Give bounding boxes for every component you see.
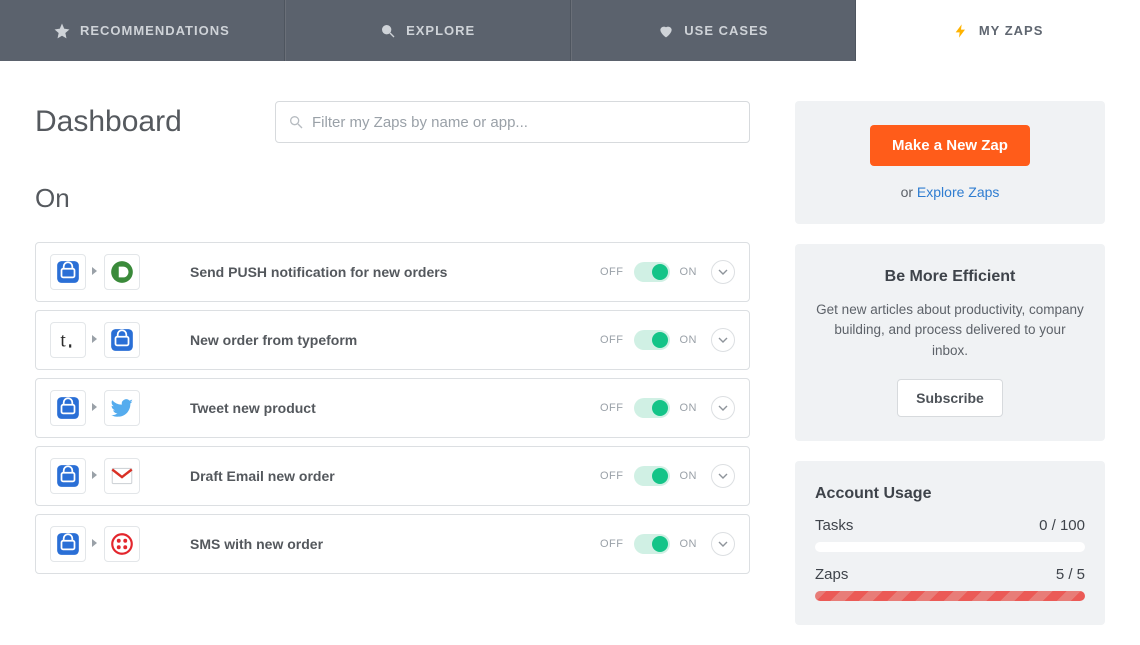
toggle-on-label: ON (680, 470, 698, 482)
usage-title: Account Usage (815, 485, 1085, 503)
usage-panel: Account Usage Tasks 0 / 100 Zaps 5 / 5 (795, 461, 1105, 625)
svg-text:t: t (60, 331, 66, 352)
toggle-off-label: OFF (600, 266, 624, 278)
search-icon (288, 114, 304, 130)
efficient-title: Be More Efficient (815, 268, 1085, 286)
zap-name: Draft Email new order (190, 468, 600, 484)
tab-label: EXPLORE (406, 23, 475, 38)
tab-use-cases[interactable]: USE CASES (571, 0, 857, 61)
efficient-panel: Be More Efficient Get new articles about… (795, 244, 1105, 441)
zap-toggle[interactable] (634, 330, 670, 350)
zap-menu-button[interactable] (711, 260, 735, 284)
side-column: Make a New Zap or Explore Zaps Be More E… (795, 101, 1105, 645)
zap-name: Tweet new product (190, 400, 600, 416)
tab-my-zaps[interactable]: MY ZAPS (856, 0, 1140, 61)
zap-menu-button[interactable] (711, 464, 735, 488)
main-column: Dashboard On Send PUSH notification for … (35, 101, 750, 645)
arrow-icon (90, 467, 100, 485)
toggle-on-label: ON (680, 538, 698, 550)
zap-row: Tweet new productOFF ON (35, 378, 750, 438)
top-tabs: RECOMMENDATIONS EXPLORE USE CASES MY ZAP… (0, 0, 1140, 61)
zap-menu-button[interactable] (711, 532, 735, 556)
usage-zaps-value: 5 / 5 (1056, 566, 1085, 583)
filter-input[interactable] (312, 114, 737, 131)
efficient-body: Get new articles about productivity, com… (815, 300, 1085, 361)
heart-icon (658, 23, 674, 39)
tab-label: MY ZAPS (979, 23, 1044, 38)
app-twilio-icon (104, 526, 140, 562)
app-vendhq-icon (50, 526, 86, 562)
app-vendhq-icon (50, 458, 86, 494)
zap-name: Send PUSH notification for new orders (190, 264, 600, 280)
bolt-icon (953, 23, 969, 39)
tab-explore[interactable]: EXPLORE (285, 0, 571, 61)
usage-tasks-label: Tasks (815, 517, 853, 534)
app-vendhq-icon (50, 390, 86, 426)
toggle-off-label: OFF (600, 538, 624, 550)
zap-toggle[interactable] (634, 262, 670, 282)
cta-or: or Explore Zaps (815, 184, 1085, 200)
app-pushbullet-icon (104, 254, 140, 290)
make-new-zap-button[interactable]: Make a New Zap (870, 125, 1030, 166)
zap-row: Draft Email new orderOFF ON (35, 446, 750, 506)
section-on-title: On (35, 183, 750, 214)
toggle-off-label: OFF (600, 334, 624, 346)
zap-row: SMS with new orderOFF ON (35, 514, 750, 574)
toggle-on-label: ON (680, 334, 698, 346)
zap-list: Send PUSH notification for new ordersOFF… (35, 242, 750, 574)
app-gmail-icon (104, 458, 140, 494)
toggle-off-label: OFF (600, 470, 624, 482)
usage-zaps-bar (815, 591, 1085, 601)
usage-tasks-value: 0 / 100 (1039, 517, 1085, 534)
zap-row: t New order from typeformOFF ON (35, 310, 750, 370)
zap-toggle[interactable] (634, 398, 670, 418)
toggle-on-label: ON (680, 266, 698, 278)
zap-menu-button[interactable] (711, 328, 735, 352)
usage-zaps-label: Zaps (815, 566, 848, 583)
tab-recommendations[interactable]: RECOMMENDATIONS (0, 0, 285, 61)
filter-wrapper[interactable] (275, 101, 750, 143)
app-vendhq-icon (104, 322, 140, 358)
usage-tasks-bar (815, 542, 1085, 552)
zap-toggle[interactable] (634, 466, 670, 486)
search-icon (380, 23, 396, 39)
app-twitter-icon (104, 390, 140, 426)
cta-panel: Make a New Zap or Explore Zaps (795, 101, 1105, 224)
explore-zaps-link[interactable]: Explore Zaps (917, 184, 999, 200)
arrow-icon (90, 535, 100, 553)
page-title: Dashboard (35, 105, 275, 139)
star-icon (54, 23, 70, 39)
subscribe-button[interactable]: Subscribe (897, 379, 1003, 417)
zap-row: Send PUSH notification for new ordersOFF… (35, 242, 750, 302)
app-vendhq-icon (50, 254, 86, 290)
app-typeform-icon: t (50, 322, 86, 358)
zap-menu-button[interactable] (711, 396, 735, 420)
tab-label: RECOMMENDATIONS (80, 23, 230, 38)
zap-name: New order from typeform (190, 332, 600, 348)
toggle-on-label: ON (680, 402, 698, 414)
arrow-icon (90, 263, 100, 281)
arrow-icon (90, 399, 100, 417)
tab-label: USE CASES (684, 23, 768, 38)
toggle-off-label: OFF (600, 402, 624, 414)
zap-toggle[interactable] (634, 534, 670, 554)
zap-name: SMS with new order (190, 536, 600, 552)
arrow-icon (90, 331, 100, 349)
